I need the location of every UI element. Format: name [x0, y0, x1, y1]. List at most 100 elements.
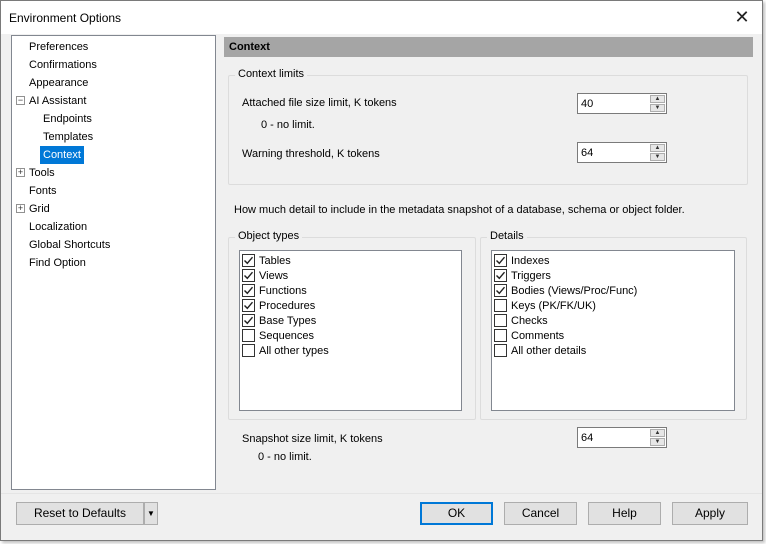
metadata-note: How much detail to include in the metada…: [234, 204, 685, 216]
attached-file-limit-hint: 0 - no limit.: [261, 119, 315, 131]
checkbox-unchecked-icon[interactable]: [494, 344, 507, 357]
snapshot-limit-hint: 0 - no limit.: [258, 451, 312, 463]
details-option[interactable]: Indexes: [494, 253, 550, 268]
tree-item-label: Fonts: [29, 185, 57, 197]
checkbox-unchecked-icon[interactable]: [242, 344, 255, 357]
ok-button[interactable]: OK: [420, 502, 493, 525]
object-types-option[interactable]: Sequences: [242, 328, 314, 343]
tree-item-label: Templates: [43, 131, 94, 143]
checkbox-checked-icon[interactable]: [494, 284, 507, 297]
checkbox-checked-icon[interactable]: [242, 314, 255, 327]
object-types-option[interactable]: All other types: [242, 343, 329, 358]
spin-up-icon[interactable]: ▲: [650, 144, 665, 152]
checkbox-checked-icon[interactable]: [242, 254, 255, 267]
checkbox-unchecked-icon[interactable]: [494, 314, 507, 327]
option-label: Procedures: [259, 299, 316, 312]
cancel-button[interactable]: Cancel: [504, 502, 577, 525]
warning-threshold-input[interactable]: [578, 143, 650, 162]
option-label: Checks: [511, 314, 548, 327]
option-label: All other types: [259, 344, 329, 357]
tree-item-localization[interactable]: Localization: [26, 218, 90, 236]
reset-to-defaults-button[interactable]: Reset to Defaults: [16, 502, 144, 525]
tree-item-label: Appearance: [29, 77, 89, 89]
tree-item-endpoints[interactable]: Endpoints: [40, 110, 95, 128]
checkbox-checked-icon[interactable]: [494, 269, 507, 282]
tree-item-fonts[interactable]: Fonts: [26, 182, 60, 200]
attached-file-limit-input[interactable]: [578, 94, 650, 113]
option-label: Base Types: [259, 314, 317, 327]
tree-item-global-shortcuts[interactable]: Global Shortcuts: [26, 236, 113, 254]
help-button[interactable]: Help: [588, 502, 661, 525]
option-label: Indexes: [511, 254, 550, 267]
checkbox-checked-icon[interactable]: [242, 299, 255, 312]
tree-item-label: Endpoints: [43, 113, 92, 125]
chevron-down-icon: ▼: [147, 509, 155, 518]
details-option[interactable]: Comments: [494, 328, 564, 343]
window-title: Environment Options: [9, 11, 122, 25]
snapshot-limit-label: Snapshot size limit, K tokens: [242, 433, 383, 445]
context-limits-legend: Context limits: [235, 68, 308, 80]
checkbox-checked-icon[interactable]: [242, 269, 255, 282]
checkbox-checked-icon[interactable]: [494, 254, 507, 267]
checkbox-unchecked-icon[interactable]: [242, 329, 255, 342]
attached-file-limit-spinner[interactable]: ▲ ▼: [577, 93, 667, 114]
tree-item-label: Tools: [29, 167, 55, 179]
tree-item-label: Context: [43, 149, 81, 161]
object-types-legend: Object types: [235, 230, 303, 242]
object-types-option[interactable]: Procedures: [242, 298, 315, 313]
environment-options-window: Environment Options ✕ Preferences Confirm…: [0, 0, 763, 541]
close-icon[interactable]: ✕: [722, 1, 762, 34]
object-types-option[interactable]: Functions: [242, 283, 307, 298]
tree-item-label: Preferences: [29, 41, 89, 53]
tree-item-find-option[interactable]: Find Option: [26, 254, 89, 272]
details-option[interactable]: Triggers: [494, 268, 551, 283]
tree-item-label: Grid: [29, 203, 50, 215]
details-option[interactable]: Bodies (Views/Proc/Func): [494, 283, 637, 298]
spin-down-icon[interactable]: ▼: [650, 153, 665, 161]
tree-item-grid[interactable]: Grid: [26, 200, 53, 218]
spin-up-icon[interactable]: ▲: [650, 429, 665, 437]
warning-threshold-label: Warning threshold, K tokens: [242, 148, 380, 160]
checkbox-checked-icon[interactable]: [242, 284, 255, 297]
option-label: Bodies (Views/Proc/Func): [511, 284, 638, 297]
option-label: Triggers: [511, 269, 551, 282]
tree-item-appearance[interactable]: Appearance: [26, 74, 91, 92]
option-label: Sequences: [259, 329, 315, 342]
footer-divider: [1, 493, 762, 494]
object-types-option[interactable]: Views: [242, 268, 288, 283]
tree-item-ai-assistant[interactable]: AI Assistant: [26, 92, 89, 110]
details-option[interactable]: Checks: [494, 313, 548, 328]
warning-threshold-spinner[interactable]: ▲ ▼: [577, 142, 667, 163]
spin-down-icon[interactable]: ▼: [650, 104, 665, 112]
details-option[interactable]: Keys (PK/FK/UK): [494, 298, 596, 313]
expand-icon[interactable]: +: [16, 168, 25, 177]
tree-item-preferences[interactable]: Preferences: [26, 38, 91, 56]
object-types-list[interactable]: Tables Views Functions Procedures Base Types…: [239, 250, 462, 411]
details-list[interactable]: Indexes Triggers Bodies (Views/Proc/Func) K…: [491, 250, 735, 411]
reset-dropdown-button[interactable]: ▼: [144, 502, 158, 525]
tree-item-tools[interactable]: Tools: [26, 164, 58, 182]
spin-up-icon[interactable]: ▲: [650, 95, 665, 103]
object-types-option[interactable]: Base Types: [242, 313, 316, 328]
section-title: Context: [224, 37, 753, 57]
option-label: Views: [259, 269, 289, 282]
details-option[interactable]: All other details: [494, 343, 586, 358]
tree-item-label: Localization: [29, 221, 88, 233]
snapshot-limit-input[interactable]: [578, 428, 650, 447]
tree-item-label: Find Option: [29, 257, 86, 269]
checkbox-unchecked-icon[interactable]: [494, 329, 507, 342]
snapshot-limit-spinner[interactable]: ▲ ▼: [577, 427, 667, 448]
checkbox-unchecked-icon[interactable]: [494, 299, 507, 312]
collapse-icon[interactable]: −: [16, 96, 25, 105]
options-tree[interactable]: Preferences Confirmations Appearance AI Ass…: [11, 35, 216, 490]
object-types-option[interactable]: Tables: [242, 253, 291, 268]
spin-down-icon[interactable]: ▼: [650, 438, 665, 446]
tree-item-context[interactable]: Context: [40, 146, 84, 164]
expand-icon[interactable]: +: [16, 204, 25, 213]
tree-item-templates[interactable]: Templates: [40, 128, 96, 146]
tree-item-confirmations[interactable]: Confirmations: [26, 56, 100, 74]
apply-button[interactable]: Apply: [672, 502, 748, 525]
ok-label: OK: [447, 506, 466, 520]
option-label: Keys (PK/FK/UK): [511, 299, 596, 312]
option-label: All other details: [511, 344, 587, 357]
